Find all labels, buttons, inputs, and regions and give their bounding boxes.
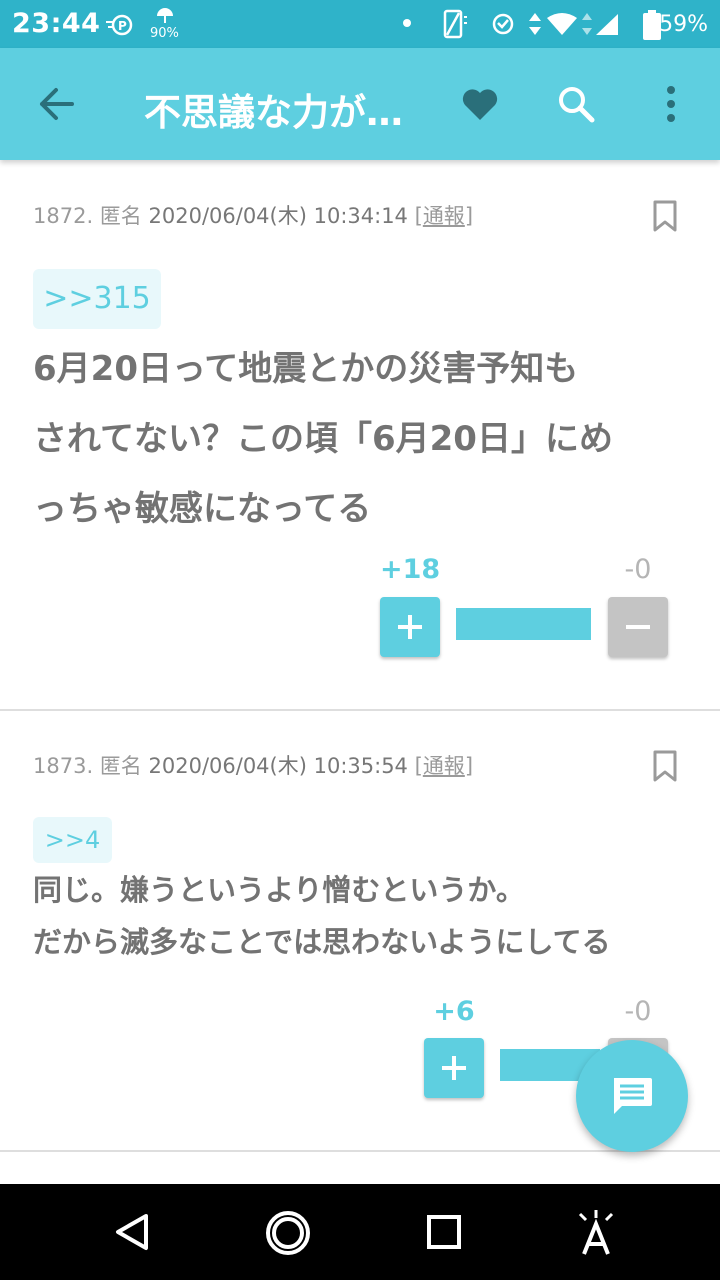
- wifi-icon: [547, 13, 577, 35]
- umbrella-percent: 90%: [150, 26, 179, 41]
- signal-icon: [582, 13, 618, 35]
- system-nav-bar: [0, 1184, 720, 1280]
- report-link[interactable]: [通報]: [415, 204, 473, 228]
- report-label: 通報: [422, 204, 465, 228]
- post-datetime: 2020/06/04(木) 10:35:54: [148, 754, 408, 778]
- alarm-icon: [492, 13, 514, 35]
- bookmark-icon[interactable]: [652, 200, 678, 232]
- compose-comment-button[interactable]: [576, 1040, 688, 1152]
- more-vert-icon[interactable]: [664, 84, 678, 124]
- report-link[interactable]: [通報]: [415, 754, 473, 778]
- no-sim-icon: [443, 9, 467, 39]
- data-arrows-icon: [529, 13, 541, 35]
- plus-vote-count: +18: [380, 554, 441, 585]
- post-body-line: だから滅多なことでは思わないようにしてる: [33, 925, 611, 959]
- plus-icon: [442, 1056, 466, 1080]
- status-time: 23:44: [12, 8, 101, 39]
- reply-anchor-link[interactable]: >>315: [33, 269, 161, 329]
- post-number: 1872.: [33, 204, 94, 228]
- vote-ratio-bar: [456, 608, 591, 640]
- post-body-line: っちゃ敏感になってる: [33, 489, 372, 529]
- post-author: 匿名: [99, 204, 142, 228]
- post-body: 同じ。嫌うというより憎むというか。 だから滅多なことでは思わないようにしてる: [33, 864, 611, 968]
- minus-vote-count: -0: [624, 554, 652, 585]
- accessibility-icon[interactable]: [574, 1208, 618, 1256]
- post-number: 1873.: [33, 754, 94, 778]
- battery-percent: 59%: [659, 12, 708, 37]
- post-body-line: 同じ。嫌うというより憎むというか。: [33, 873, 525, 907]
- nav-recents-icon[interactable]: [426, 1214, 462, 1250]
- chat-bubble-icon: [614, 1078, 652, 1114]
- search-icon[interactable]: [556, 84, 596, 124]
- svg-text:P: P: [118, 19, 127, 33]
- post-datetime: 2020/06/04(木) 10:34:14: [148, 204, 408, 228]
- app-bar: 不思議な力が…: [0, 48, 720, 160]
- plus-vote-count: +6: [433, 996, 475, 1027]
- report-bracket-open: [: [414, 754, 423, 778]
- post-meta: 1872. 匿名 2020/06/04(木) 10:34:14 [通報]: [33, 200, 473, 230]
- post-1872: 1872. 匿名 2020/06/04(木) 10:34:14 [通報] >>3…: [0, 160, 720, 710]
- post-body-line: されてない？この頃「6月20日」にめ: [33, 419, 613, 459]
- data-saver-icon: P: [106, 14, 133, 36]
- nav-home-icon[interactable]: [265, 1210, 311, 1256]
- status-bar: 23:44 P 90% 59%: [0, 0, 720, 48]
- reply-anchor-link[interactable]: >>4: [33, 817, 112, 863]
- plus-vote-button[interactable]: [380, 597, 440, 657]
- minus-vote-count: -0: [624, 996, 652, 1027]
- nav-back-icon[interactable]: [112, 1212, 152, 1252]
- report-label: 通報: [422, 754, 465, 778]
- heart-icon[interactable]: [460, 86, 500, 122]
- minus-vote-button[interactable]: [608, 597, 668, 657]
- report-bracket-close: ]: [464, 204, 474, 228]
- plus-icon: [398, 615, 422, 639]
- plus-vote-button[interactable]: [424, 1038, 484, 1098]
- post-body: 6月20日って地震とかの災害予知も されてない？この頃「6月20日」にめ っちゃ…: [33, 334, 613, 544]
- notification-dot-icon: [403, 19, 411, 27]
- post-body-line: 6月20日って地震とかの災害予知も: [33, 349, 579, 389]
- back-arrow-icon[interactable]: [36, 86, 76, 122]
- umbrella-icon: [157, 8, 173, 23]
- post-divider: [0, 1150, 720, 1152]
- post-meta: 1873. 匿名 2020/06/04(木) 10:35:54 [通報]: [33, 750, 473, 780]
- page-title: 不思議な力が…: [144, 91, 403, 134]
- report-bracket-close: ]: [464, 754, 474, 778]
- post-author: 匿名: [99, 754, 142, 778]
- report-bracket-open: [: [414, 204, 423, 228]
- bookmark-icon[interactable]: [652, 750, 678, 782]
- minus-icon: [626, 625, 650, 629]
